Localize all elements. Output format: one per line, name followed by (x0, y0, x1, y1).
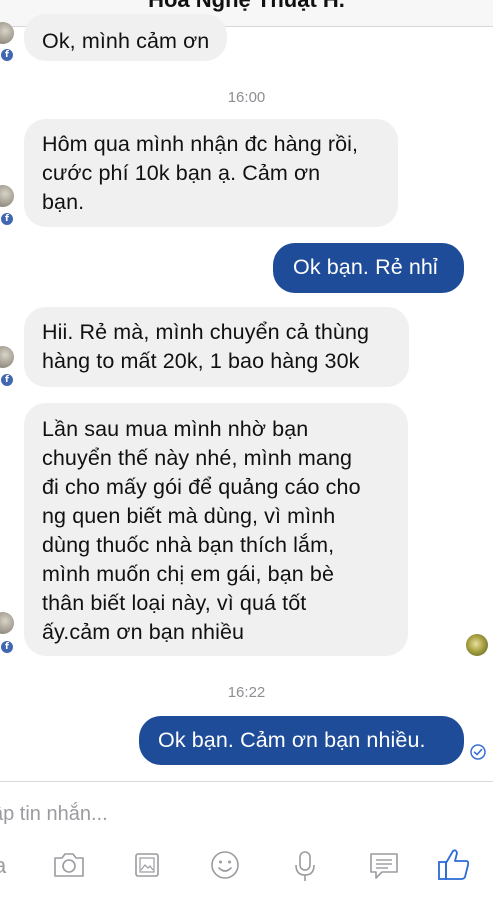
message-bubble[interactable]: Ok, mình cảm ơn (24, 14, 228, 61)
facebook-badge-icon: f (0, 212, 14, 226)
like-icon[interactable] (436, 846, 472, 884)
emoji-icon[interactable] (209, 850, 241, 882)
sender-avatar[interactable] (0, 346, 14, 368)
message-bubble[interactable]: Hôm qua mình nhận đc hàng rồi, cước phí … (24, 119, 398, 227)
microphone-icon[interactable] (292, 850, 318, 884)
text-icon[interactable]: a (0, 853, 6, 879)
composer: ập tin nhắn... (0, 781, 493, 901)
facebook-badge-icon: f (0, 640, 14, 654)
photo-icon[interactable] (133, 850, 163, 880)
facebook-badge-icon: f (0, 373, 14, 387)
facebook-badge-icon: f (0, 48, 14, 62)
camera-icon[interactable] (52, 850, 86, 880)
conversation-title[interactable]: Hoa Nghệ Thuật H. (0, 0, 493, 13)
sticker-icon[interactable] (368, 850, 400, 882)
message-bubble[interactable]: Lần sau mua mình nhờ bạn chuyển thế này … (24, 403, 408, 656)
timestamp: 16:00 (227, 89, 266, 106)
message-bubble[interactable]: Hii. Rẻ mà, mình chuyển cả thùng hàng to… (24, 307, 409, 387)
timestamp: 16:22 (227, 684, 266, 701)
sent-check-icon (470, 744, 486, 760)
message-bubble[interactable]: Ok bạn. Cảm ơn bạn nhiều. (139, 716, 464, 765)
message-bubble[interactable]: Ok bạn. Rẻ nhỉ (273, 243, 464, 293)
seen-by-avatar (466, 634, 488, 656)
sender-avatar[interactable] (0, 612, 14, 634)
message-input[interactable]: ập tin nhắn... (0, 803, 108, 826)
sender-avatar[interactable] (0, 185, 14, 207)
